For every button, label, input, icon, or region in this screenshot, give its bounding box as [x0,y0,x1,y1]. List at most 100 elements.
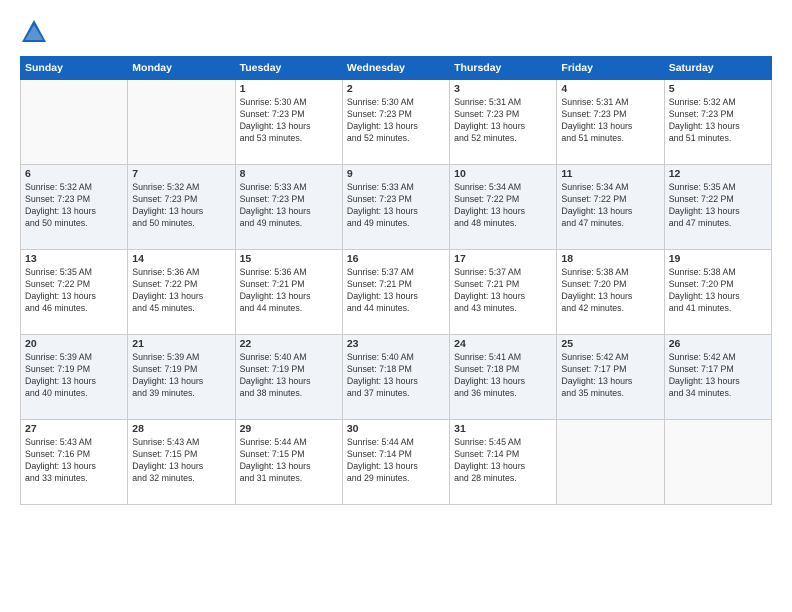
day-cell: 8Sunrise: 5:33 AM Sunset: 7:23 PM Daylig… [235,165,342,250]
day-cell: 1Sunrise: 5:30 AM Sunset: 7:23 PM Daylig… [235,80,342,165]
day-info: Sunrise: 5:43 AM Sunset: 7:15 PM Dayligh… [132,437,230,485]
day-info: Sunrise: 5:43 AM Sunset: 7:16 PM Dayligh… [25,437,123,485]
day-info: Sunrise: 5:30 AM Sunset: 7:23 PM Dayligh… [240,97,338,145]
day-info: Sunrise: 5:42 AM Sunset: 7:17 PM Dayligh… [669,352,767,400]
day-cell: 14 Sunrise: 5:36 AM Sunset: 7:22 PM Dayli… [128,250,235,335]
day-cell [128,80,235,165]
day-number: 10 [454,168,552,180]
day-info: Sunrise: 5:36 AM Sunset: 7:21 PM Dayligh… [240,267,338,315]
day-cell: 9 Sunrise: 5:33 AM Sunset: 7:23 PM Daylig… [342,165,449,250]
day-number: 21 [132,338,230,350]
logo-icon [20,18,48,46]
day-info: Sunrise: 5:44 AM Sunset: 7:14 PM Dayligh… [347,437,445,485]
day-number: 17 [454,253,552,265]
day-cell [664,420,771,505]
day-info: Sunrise: 5:39 AM Sunset: 7:19 PM Dayligh… [25,352,123,400]
day-number: 19 [669,253,767,265]
day-number: 11 [561,168,659,180]
weekday-header-tuesday: Tuesday [235,57,342,80]
day-number: 25 [561,338,659,350]
day-info: Sunrise: 5:39 AM Sunset: 7:19 PM Dayligh… [132,352,230,400]
day-info: Sunrise: 5:33 AM Sunset: 7:23 PM Dayligh… [347,182,445,230]
day-number: 23 [347,338,445,350]
day-cell: 20 Sunrise: 5:39 AM Sunset: 7:19 PM Dayli… [21,335,128,420]
logo [20,18,52,46]
day-cell: 3 Sunrise: 5:31 AM Sunset: 7:23 PM Daylig… [450,80,557,165]
calendar: SundayMondayTuesdayWednesdayThursdayFrid… [20,56,772,505]
day-info: Sunrise: 5:32 AM Sunset: 7:23 PM Dayligh… [25,182,123,230]
day-info: Sunrise: 5:38 AM Sunset: 7:20 PM Dayligh… [561,267,659,315]
day-number: 20 [25,338,123,350]
day-info: Sunrise: 5:35 AM Sunset: 7:22 PM Dayligh… [25,267,123,315]
header [20,18,772,46]
day-info: Sunrise: 5:31 AM Sunset: 7:23 PM Dayligh… [561,97,659,145]
day-cell: 25Sunrise: 5:42 AM Sunset: 7:17 PM Dayli… [557,335,664,420]
day-cell: 22 Sunrise: 5:40 AM Sunset: 7:19 PM Dayli… [235,335,342,420]
weekday-header-monday: Monday [128,57,235,80]
day-cell: 10Sunrise: 5:34 AM Sunset: 7:22 PM Dayli… [450,165,557,250]
day-number: 14 [132,253,230,265]
day-number: 22 [240,338,338,350]
weekday-header-friday: Friday [557,57,664,80]
day-info: Sunrise: 5:41 AM Sunset: 7:18 PM Dayligh… [454,352,552,400]
week-row-1: 1Sunrise: 5:30 AM Sunset: 7:23 PM Daylig… [21,80,772,165]
day-number: 3 [454,83,552,95]
day-number: 15 [240,253,338,265]
day-info: Sunrise: 5:45 AM Sunset: 7:14 PM Dayligh… [454,437,552,485]
day-cell: 27 Sunrise: 5:43 AM Sunset: 7:16 PM Dayli… [21,420,128,505]
day-cell: 11 Sunrise: 5:34 AM Sunset: 7:22 PM Dayli… [557,165,664,250]
day-cell: 7 Sunrise: 5:32 AM Sunset: 7:23 PM Daylig… [128,165,235,250]
day-number: 4 [561,83,659,95]
weekday-header-thursday: Thursday [450,57,557,80]
day-info: Sunrise: 5:34 AM Sunset: 7:22 PM Dayligh… [561,182,659,230]
day-cell [557,420,664,505]
day-cell: 29Sunrise: 5:44 AM Sunset: 7:15 PM Dayli… [235,420,342,505]
weekday-header-row: SundayMondayTuesdayWednesdayThursdayFrid… [21,57,772,80]
day-number: 8 [240,168,338,180]
day-number: 16 [347,253,445,265]
day-info: Sunrise: 5:40 AM Sunset: 7:19 PM Dayligh… [240,352,338,400]
day-cell: 18 Sunrise: 5:38 AM Sunset: 7:20 PM Dayli… [557,250,664,335]
week-row-5: 27 Sunrise: 5:43 AM Sunset: 7:16 PM Dayli… [21,420,772,505]
day-number: 28 [132,423,230,435]
day-cell: 15 Sunrise: 5:36 AM Sunset: 7:21 PM Dayli… [235,250,342,335]
day-cell: 21 Sunrise: 5:39 AM Sunset: 7:19 PM Dayli… [128,335,235,420]
day-number: 7 [132,168,230,180]
day-number: 27 [25,423,123,435]
day-info: Sunrise: 5:44 AM Sunset: 7:15 PM Dayligh… [240,437,338,485]
day-number: 13 [25,253,123,265]
day-number: 24 [454,338,552,350]
day-cell: 23Sunrise: 5:40 AM Sunset: 7:18 PM Dayli… [342,335,449,420]
day-cell: 6 Sunrise: 5:32 AM Sunset: 7:23 PM Daylig… [21,165,128,250]
day-number: 9 [347,168,445,180]
day-info: Sunrise: 5:32 AM Sunset: 7:23 PM Dayligh… [132,182,230,230]
day-cell: 5Sunrise: 5:32 AM Sunset: 7:23 PM Daylig… [664,80,771,165]
day-cell: 19 Sunrise: 5:38 AM Sunset: 7:20 PM Dayli… [664,250,771,335]
day-number: 18 [561,253,659,265]
day-info: Sunrise: 5:37 AM Sunset: 7:21 PM Dayligh… [347,267,445,315]
day-cell: 12 Sunrise: 5:35 AM Sunset: 7:22 PM Dayli… [664,165,771,250]
day-number: 30 [347,423,445,435]
weekday-header-sunday: Sunday [21,57,128,80]
day-cell: 2Sunrise: 5:30 AM Sunset: 7:23 PM Daylig… [342,80,449,165]
day-number: 26 [669,338,767,350]
day-number: 12 [669,168,767,180]
day-cell: 17Sunrise: 5:37 AM Sunset: 7:21 PM Dayli… [450,250,557,335]
day-cell: 13 Sunrise: 5:35 AM Sunset: 7:22 PM Dayli… [21,250,128,335]
day-cell: 4 Sunrise: 5:31 AM Sunset: 7:23 PM Daylig… [557,80,664,165]
day-info: Sunrise: 5:38 AM Sunset: 7:20 PM Dayligh… [669,267,767,315]
day-info: Sunrise: 5:31 AM Sunset: 7:23 PM Dayligh… [454,97,552,145]
day-number: 2 [347,83,445,95]
day-number: 31 [454,423,552,435]
weekday-header-saturday: Saturday [664,57,771,80]
day-cell: 30 Sunrise: 5:44 AM Sunset: 7:14 PM Dayli… [342,420,449,505]
day-info: Sunrise: 5:35 AM Sunset: 7:22 PM Dayligh… [669,182,767,230]
day-cell: 26 Sunrise: 5:42 AM Sunset: 7:17 PM Dayli… [664,335,771,420]
day-cell: 16 Sunrise: 5:37 AM Sunset: 7:21 PM Dayli… [342,250,449,335]
week-row-4: 20 Sunrise: 5:39 AM Sunset: 7:19 PM Dayli… [21,335,772,420]
day-cell: 24 Sunrise: 5:41 AM Sunset: 7:18 PM Dayli… [450,335,557,420]
day-number: 6 [25,168,123,180]
weekday-header-wednesday: Wednesday [342,57,449,80]
day-info: Sunrise: 5:36 AM Sunset: 7:22 PM Dayligh… [132,267,230,315]
day-cell: 31 Sunrise: 5:45 AM Sunset: 7:14 PM Dayli… [450,420,557,505]
